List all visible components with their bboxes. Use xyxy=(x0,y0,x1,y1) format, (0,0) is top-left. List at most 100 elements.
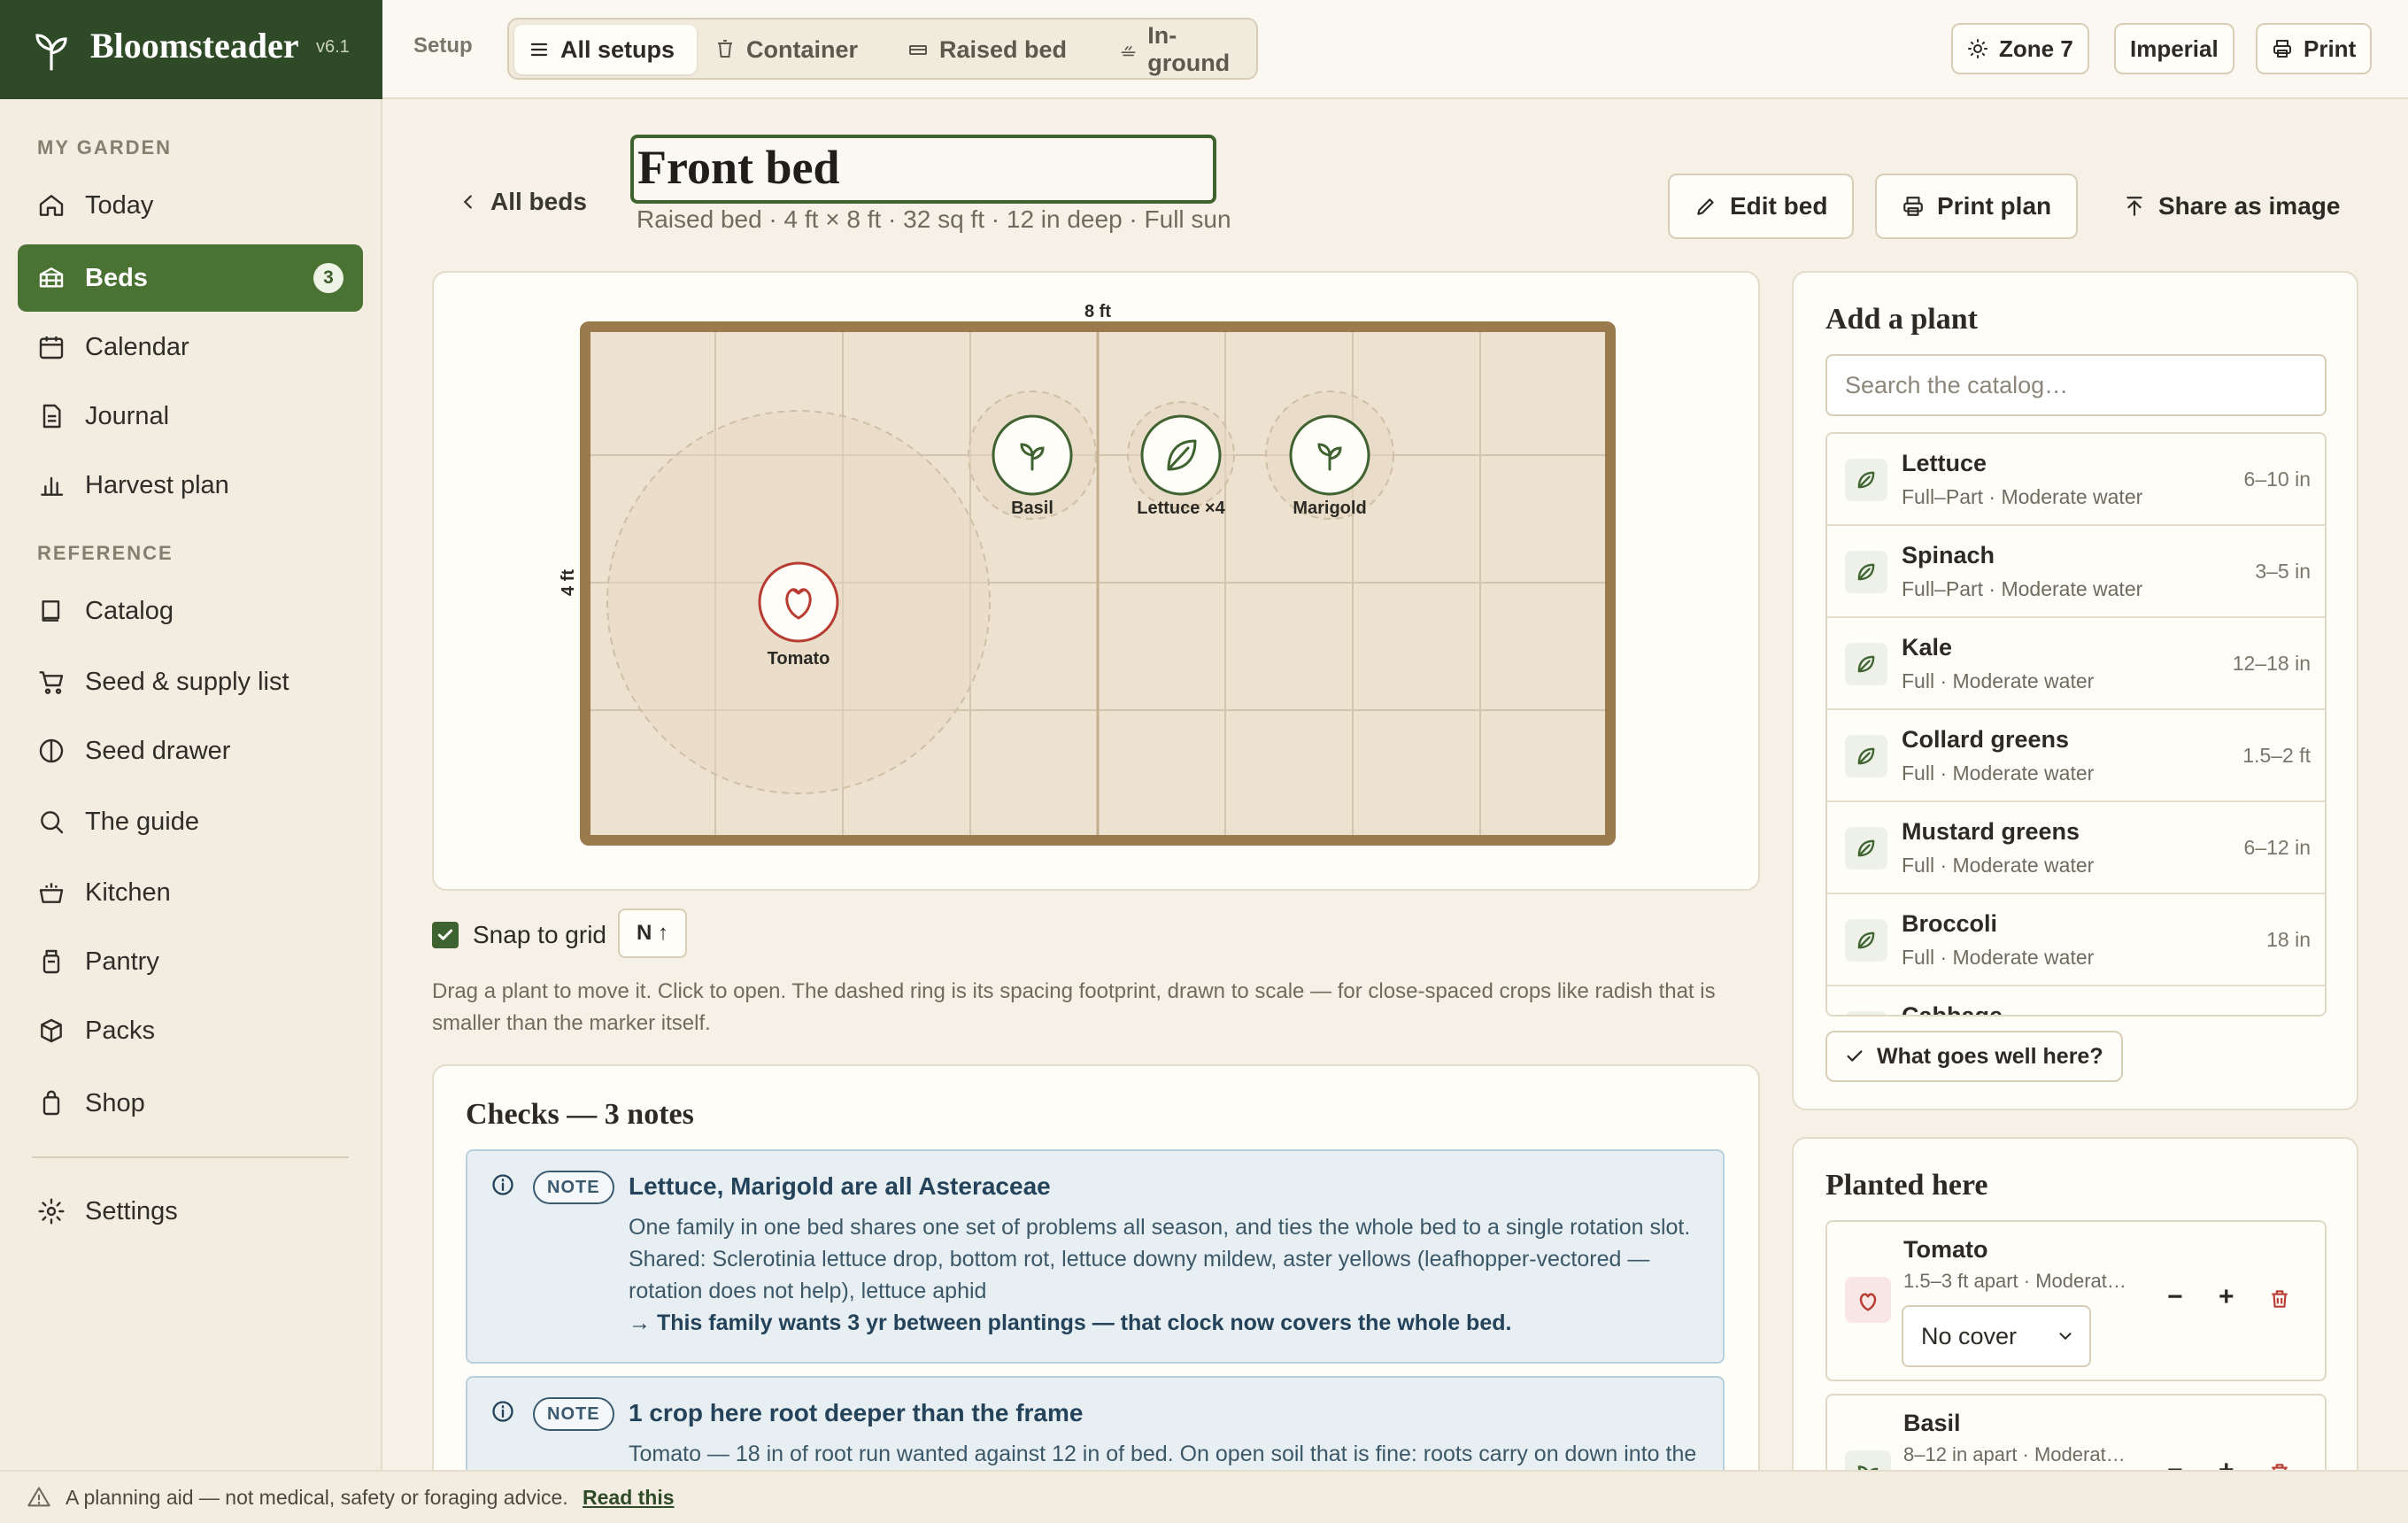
calendar-icon xyxy=(39,336,64,359)
leaf-icon xyxy=(1845,551,1887,593)
zone-label: Zone 7 xyxy=(1999,35,2073,62)
catalog-item-spacing: 1.5–2 ft xyxy=(2242,744,2311,767)
sidebar-item-label: Kitchen xyxy=(85,877,171,907)
add-plant-title: Add a plant xyxy=(1825,303,1978,336)
sidebar-item-today[interactable]: Today xyxy=(18,172,363,239)
cart-icon xyxy=(39,671,64,694)
note-tag: NOTE xyxy=(533,1171,614,1204)
catalog-item-cabbage[interactable]: Cabbage xyxy=(1827,986,2325,1015)
back-to-all-beds-link[interactable]: All beds xyxy=(459,188,587,216)
snap-checkbox[interactable] xyxy=(432,922,459,948)
sidebar-item-kitchen[interactable]: Kitchen xyxy=(18,859,363,926)
home-icon xyxy=(39,195,64,216)
sidebar-item-seed-drawer[interactable]: Seed drawer xyxy=(18,717,363,785)
print-plan-button[interactable]: Print plan xyxy=(1875,174,2079,239)
sidebar-item-label: Today xyxy=(85,190,154,220)
planted-item-tomato[interactable]: Tomato 1.5–3 ft apart · Moderat… No cove… xyxy=(1825,1220,2327,1381)
catalog-item-kale[interactable]: Kale Full · Moderate water 12–18 in xyxy=(1827,618,2325,710)
what-goes-well-label: What goes well here? xyxy=(1877,1043,2103,1069)
sidebar-item-journal[interactable]: Journal xyxy=(18,383,363,450)
leaf-icon xyxy=(1845,459,1887,501)
units-button[interactable]: Imperial xyxy=(2114,23,2234,74)
brand[interactable]: Bloomsteader v6.1 xyxy=(0,0,382,99)
note-body: One family in one bed shares one set of … xyxy=(629,1215,1691,1303)
pot-icon xyxy=(39,883,64,903)
zone-button[interactable]: Zone 7 xyxy=(1951,23,2089,74)
catalog-item-spacing: 6–12 in xyxy=(2243,836,2311,859)
catalog-item-spacing: 12–18 in xyxy=(2232,652,2311,675)
planted-here-title: Planted here xyxy=(1825,1169,1988,1202)
catalog-item-spinach[interactable]: Spinach Full–Part · Moderate water 3–5 i… xyxy=(1827,526,2325,618)
plant-marker-tomato[interactable]: Tomato xyxy=(758,561,839,669)
catalog-item-mustard-greens[interactable]: Mustard greens Full · Moderate water 6–1… xyxy=(1827,802,2325,894)
catalog-list[interactable]: Lettuce Full–Part · Moderate water 6–10 … xyxy=(1825,432,2327,1017)
leaf-icon xyxy=(1845,919,1887,962)
leaf-icon xyxy=(1845,1011,1887,1015)
increase-quantity-button[interactable]: + xyxy=(2219,1282,2234,1312)
edit-bed-button[interactable]: Edit bed xyxy=(1668,174,1855,239)
bucket-icon xyxy=(718,40,732,58)
bed-title-input[interactable]: Front bed xyxy=(630,135,1216,204)
note-title: 1 crop here root deeper than the frame xyxy=(629,1399,1084,1426)
info-icon xyxy=(492,1401,513,1422)
warning-icon xyxy=(27,1487,50,1507)
bed-icon xyxy=(39,267,64,288)
sidebar-item-pantry[interactable]: Pantry xyxy=(18,928,363,995)
catalog-item-lettuce[interactable]: Lettuce Full–Part · Moderate water 6–10 … xyxy=(1827,434,2325,526)
tab-container[interactable]: Container xyxy=(700,25,890,74)
sidebar-item-settings[interactable]: Settings xyxy=(18,1178,363,1245)
tab-raised-bed[interactable]: Raised bed xyxy=(893,25,1102,74)
back-label: All beds xyxy=(490,188,587,215)
leaf-icon xyxy=(1845,827,1887,870)
sidebar-item-the-guide[interactable]: The guide xyxy=(18,788,363,855)
planted-here-card: Planted here Tomato 1.5–3 ft apart · Mod… xyxy=(1792,1137,2358,1509)
share-as-image-button[interactable]: Share as image xyxy=(2096,174,2366,239)
tab-all-setups[interactable]: All setups xyxy=(514,25,697,74)
catalog-item-needs: Full · Moderate water xyxy=(1902,854,2095,877)
cover-select[interactable]: No cover xyxy=(1902,1305,2091,1367)
sidebar-item-beds[interactable]: Beds 3 xyxy=(18,244,363,312)
seed-icon xyxy=(39,738,64,763)
sidebar-item-seed-supply-list[interactable]: Seed & supply list xyxy=(18,648,363,715)
sidebar-item-packs[interactable]: Packs xyxy=(18,997,363,1064)
north-orientation-button[interactable]: N ↑ xyxy=(618,908,687,958)
sidebar-item-label: Journal xyxy=(85,401,170,430)
sidebar-item-calendar[interactable]: Calendar xyxy=(18,313,363,381)
add-plant-card: Add a plant Search the catalog… Lettuce … xyxy=(1792,271,2358,1110)
catalog-item-broccoli[interactable]: Broccoli Full · Moderate water 18 in xyxy=(1827,894,2325,986)
tab-label: Raised bed xyxy=(939,35,1068,63)
sidebar-item-shop[interactable]: Shop xyxy=(18,1070,363,1137)
read-this-link[interactable]: Read this xyxy=(583,1486,675,1510)
planted-item-spacing: 1.5–3 ft apart · Moderat… xyxy=(1903,1270,2126,1292)
decrease-quantity-button[interactable]: − xyxy=(2167,1282,2183,1312)
catalog-item-collard-greens[interactable]: Collard greens Full · Moderate water 1.5… xyxy=(1827,710,2325,802)
catalog-search-input[interactable]: Search the catalog… xyxy=(1825,354,2327,416)
sidebar-item-catalog[interactable]: Catalog xyxy=(18,577,363,645)
tab-in-ground[interactable]: In-ground xyxy=(1106,22,1251,76)
app-name: Bloomsteader xyxy=(90,26,299,66)
sun-icon xyxy=(1968,39,1987,58)
printer-icon xyxy=(2273,40,2291,58)
sidebar-item-label: Calendar xyxy=(85,332,189,361)
plant-marker-lettuce[interactable]: Lettuce ×4 xyxy=(1137,414,1226,518)
sidebar-item-harvest-plan[interactable]: Harvest plan xyxy=(18,452,363,519)
sidebar: MY GARDEN Today Beds 3 Calendar Journal … xyxy=(0,99,382,1470)
sprout-logo-icon xyxy=(35,34,67,71)
planted-item-spacing: 8–12 in apart · Moderat… xyxy=(1903,1443,2126,1465)
chevron-down-icon xyxy=(2059,1333,2072,1341)
snap-to-grid-toggle[interactable]: Snap to grid xyxy=(432,921,606,949)
plant-marker-marigold[interactable]: Marigold xyxy=(1289,414,1370,518)
print-button[interactable]: Print xyxy=(2256,23,2373,74)
search-icon xyxy=(41,811,64,834)
journal-icon xyxy=(42,404,61,429)
trash-icon[interactable] xyxy=(2268,1287,2291,1310)
snap-label: Snap to grid xyxy=(473,921,606,948)
cover-value: No cover xyxy=(1921,1322,2018,1349)
bed-canvas[interactable]: 8 ft 4 ft Tomato Basil Lettuce ×4 Marigo… xyxy=(434,273,1758,889)
what-goes-well-button[interactable]: What goes well here? xyxy=(1825,1031,2123,1082)
top-bar: Bloomsteader v6.1 Setup All setups Conta… xyxy=(0,0,2408,99)
pencil-icon xyxy=(1697,198,1714,215)
plant-label: Lettuce ×4 xyxy=(1137,499,1225,518)
check-note: NOTE Lettuce, Marigold are all Asteracea… xyxy=(466,1149,1725,1364)
note-tag: NOTE xyxy=(533,1397,614,1431)
